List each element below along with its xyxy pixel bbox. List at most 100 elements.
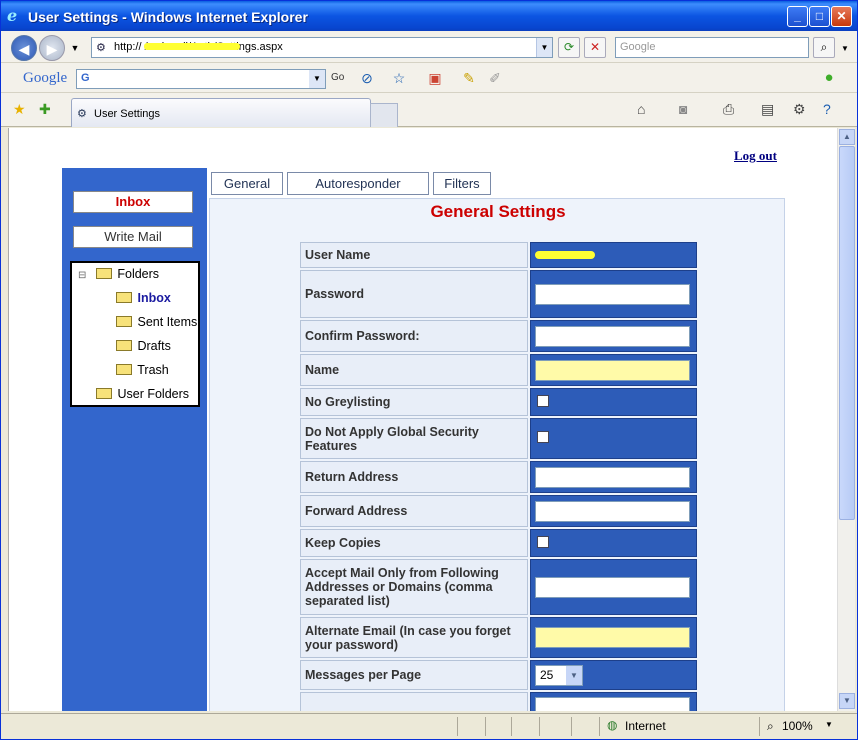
table-row: Keep Copies xyxy=(300,529,697,557)
row-label: Password xyxy=(300,270,528,318)
tab-general[interactable]: General xyxy=(211,172,283,195)
back-icon[interactable]: ◀ xyxy=(11,35,37,61)
home-icon[interactable]: ⌂ xyxy=(637,101,645,117)
status-divider xyxy=(511,717,512,736)
add-favorite-icon[interactable]: ✚ xyxy=(39,101,51,118)
popup-blocker-icon[interactable]: ▣ xyxy=(427,70,443,86)
folder-drafts[interactable]: Drafts xyxy=(116,339,171,353)
accept-mail-field[interactable] xyxy=(535,576,690,598)
scroll-thumb[interactable] xyxy=(839,146,855,520)
user-folders-node[interactable]: User Folders xyxy=(96,387,189,401)
confirm-password-field[interactable] xyxy=(535,325,690,347)
stop-icon[interactable]: ✕ xyxy=(584,37,606,58)
folder-inbox[interactable]: Inbox xyxy=(116,291,171,305)
messages-per-page-select[interactable]: 25 ▼ xyxy=(535,664,583,686)
search-icon[interactable]: ⌕ xyxy=(813,37,835,58)
scroll-down-icon[interactable]: ▼ xyxy=(839,693,855,709)
settings-form: User Name Password Confirm Password: Nam… xyxy=(298,240,699,711)
zoom-icon[interactable]: ⌕ xyxy=(767,719,774,734)
google-toolbar: Google G ▼ Go ⊘ ☆ ▣ ✎ ✐ ● xyxy=(1,63,857,93)
collapse-icon[interactable]: ⊟ xyxy=(78,270,86,281)
url-field[interactable]: ⚙ http:// /webmail/Auth/Settings.aspx ▼ xyxy=(91,37,553,58)
zoom-level[interactable]: 100% xyxy=(782,719,813,733)
highlighter-icon[interactable]: ✐ xyxy=(487,70,503,86)
folder-sent-items[interactable]: Sent Items xyxy=(116,315,197,329)
forward-address-field[interactable] xyxy=(535,500,690,522)
row-label: Name xyxy=(300,354,528,386)
folder-trash[interactable]: Trash xyxy=(116,363,169,377)
status-bar: ◍ Internet ⌕ 100% ▼ xyxy=(1,713,857,739)
page-menu-icon[interactable]: ▤ xyxy=(761,101,774,118)
folder-icon xyxy=(96,388,112,399)
history-dropdown-icon[interactable]: ▼ xyxy=(67,40,83,56)
folder-icon xyxy=(116,364,132,375)
alternate-email-field[interactable] xyxy=(535,627,690,648)
url-dropdown-icon[interactable]: ▼ xyxy=(536,38,552,57)
feeds-icon[interactable]: ◙ xyxy=(679,101,687,117)
new-tab-button[interactable] xyxy=(370,103,398,127)
notes-icon[interactable]: ✎ xyxy=(461,70,477,86)
table-row: Password xyxy=(300,270,697,318)
folder-icon xyxy=(116,340,132,351)
maximize-button[interactable]: □ xyxy=(809,6,830,27)
no-global-security-checkbox[interactable] xyxy=(537,431,549,443)
page-viewport: Log out Inbox Write Mail ⊟ Folders Inbox… xyxy=(8,128,837,711)
chevron-down-icon[interactable]: ▼ xyxy=(566,665,582,685)
status-orb-icon[interactable]: ● xyxy=(821,70,837,86)
password-field[interactable] xyxy=(535,283,690,305)
messages-per-page-cell: 25 ▼ xyxy=(530,660,697,690)
messages-per-page-value: 25 xyxy=(540,667,554,682)
tab-filters[interactable]: Filters xyxy=(433,172,491,195)
google-search-select[interactable]: G ▼ xyxy=(76,69,326,89)
status-divider xyxy=(759,717,760,736)
folders-node[interactable]: ⊟ Folders xyxy=(78,267,159,281)
logout-link[interactable]: Log out xyxy=(734,148,777,164)
close-button[interactable]: ✕ xyxy=(831,6,852,27)
google-select-dropdown-icon[interactable]: ▼ xyxy=(309,70,325,88)
compass-icon[interactable]: ⊘ xyxy=(359,70,375,86)
folder-label: Drafts xyxy=(137,339,171,353)
folder-label: Inbox xyxy=(137,291,171,305)
keep-copies-checkbox[interactable] xyxy=(537,535,549,548)
zoom-dropdown-icon[interactable]: ▼ xyxy=(825,720,833,729)
accept-mail-cell xyxy=(530,559,697,615)
panel-title: General Settings xyxy=(430,202,566,221)
google-logo: Google xyxy=(23,70,68,86)
table-row: User Name xyxy=(300,242,697,268)
vertical-scrollbar[interactable]: ▲ ▼ xyxy=(837,128,855,711)
return-address-field[interactable] xyxy=(535,466,690,488)
row-label: Messages per Page xyxy=(300,660,528,690)
favorites-star-icon[interactable]: ★ xyxy=(13,101,26,118)
folder-icon xyxy=(116,316,132,327)
no-greylisting-checkbox[interactable] xyxy=(537,394,549,407)
google-go-button[interactable]: Go xyxy=(331,72,344,83)
search-options-icon[interactable]: ▼ xyxy=(837,41,853,57)
row-label: Do Not Apply Global Security Features xyxy=(300,418,528,459)
minimize-button[interactable]: _ xyxy=(787,6,808,27)
write-mail-button[interactable]: Write Mail xyxy=(73,226,193,248)
general-settings-panel: General Settings User Name Password Conf… xyxy=(209,198,785,711)
bookmark-star-icon[interactable]: ☆ xyxy=(391,70,407,86)
forward-icon[interactable]: ▶ xyxy=(39,35,65,61)
no-global-security-cell xyxy=(530,418,697,459)
refresh-icon[interactable]: ⟳ xyxy=(558,37,580,58)
name-field[interactable] xyxy=(535,359,690,381)
inbox-button[interactable]: Inbox xyxy=(73,191,193,213)
window-title: User Settings - Windows Internet Explore… xyxy=(28,9,308,25)
status-divider xyxy=(539,717,540,736)
browser-window: e User Settings - Windows Internet Explo… xyxy=(0,0,858,740)
row-label: User Name xyxy=(300,242,528,268)
name-cell xyxy=(530,354,697,386)
help-icon[interactable]: ? xyxy=(823,101,831,117)
status-divider xyxy=(571,717,572,736)
scroll-up-icon[interactable]: ▲ xyxy=(839,129,855,145)
cut-off-field[interactable] xyxy=(535,696,690,711)
search-input[interactable]: Google xyxy=(615,37,809,58)
google-select-value: G xyxy=(81,72,90,84)
tab-user-settings[interactable]: ⚙ User Settings xyxy=(71,98,371,127)
title-bar: e User Settings - Windows Internet Explo… xyxy=(1,1,857,31)
print-icon[interactable]: ⎙ xyxy=(723,101,734,118)
tab-autoresponder[interactable]: Autoresponder xyxy=(287,172,429,195)
tools-gear-icon[interactable]: ⚙ xyxy=(793,101,806,118)
return-address-cell xyxy=(530,461,697,493)
